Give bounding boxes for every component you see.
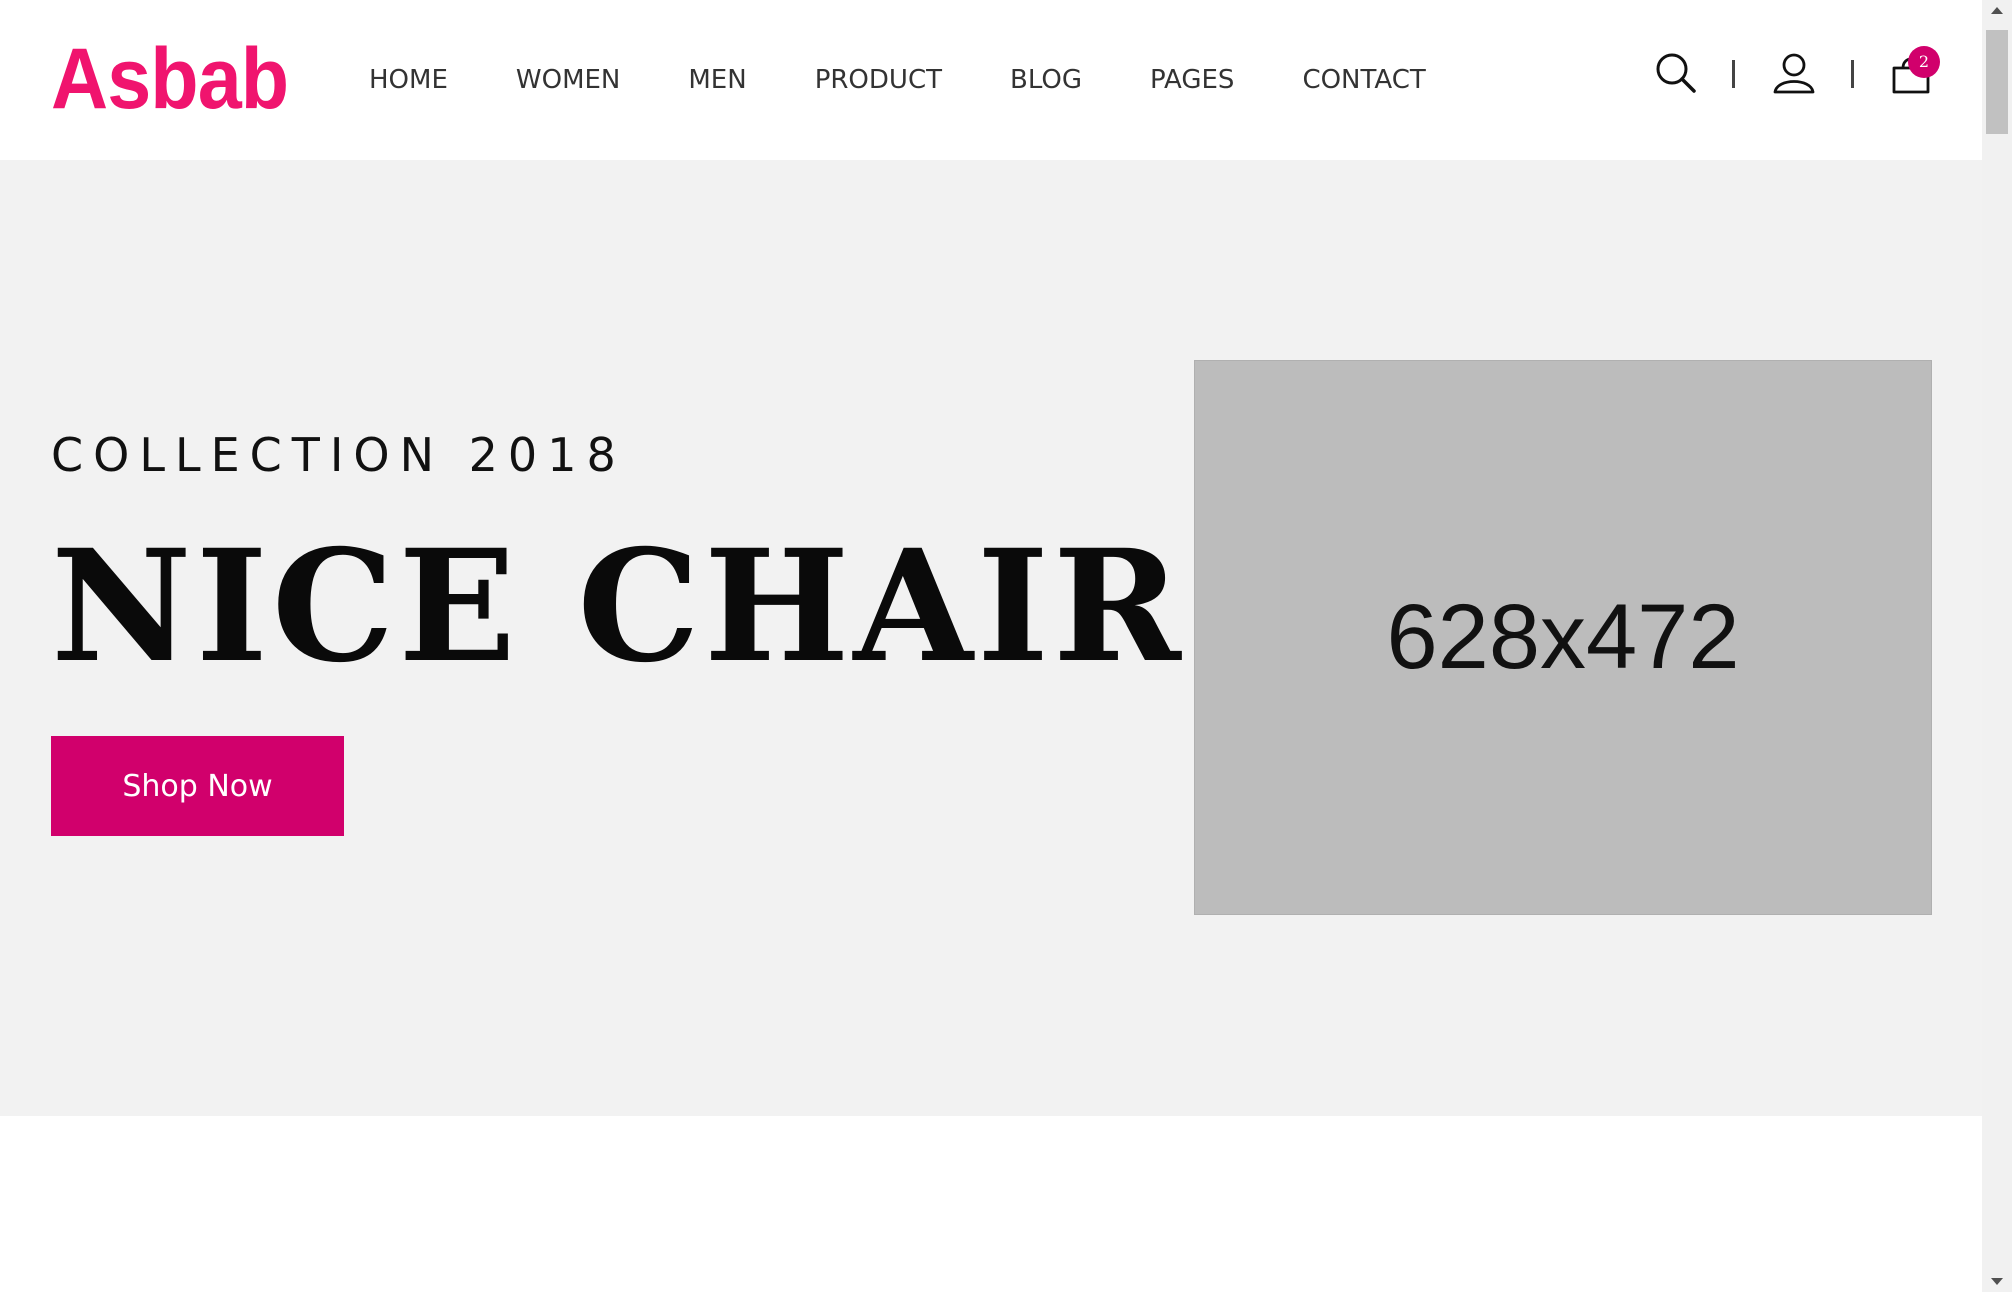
hero-banner: COLLECTION 2018 NICE CHAIR Shop Now 628x…: [0, 160, 1982, 1116]
nav-contact[interactable]: CONTACT: [1302, 60, 1425, 100]
user-icon[interactable]: [1772, 52, 1816, 94]
nav-product[interactable]: PRODUCT: [815, 60, 942, 100]
hero-image-placeholder: 628x472: [1194, 360, 1932, 915]
vertical-scrollbar[interactable]: [1982, 0, 2012, 1292]
page: Asbab HOME WOMEN MEN PRODUCT BLOG PAGES …: [0, 0, 1982, 1292]
header-divider: [1851, 60, 1854, 88]
search-icon[interactable]: [1655, 52, 1697, 94]
main-nav: HOME WOMEN MEN PRODUCT BLOG PAGES CONTAC…: [369, 60, 1426, 100]
hero-subtitle: COLLECTION 2018: [51, 428, 626, 482]
nav-women[interactable]: WOMEN: [516, 60, 620, 100]
scroll-down-arrow-icon[interactable]: [1982, 1270, 2012, 1292]
cart-count-badge: 2: [1908, 46, 1940, 78]
logo[interactable]: Asbab: [51, 36, 289, 122]
scrollbar-thumb[interactable]: [1986, 30, 2008, 134]
shop-now-button[interactable]: Shop Now: [51, 736, 344, 836]
site-header: Asbab HOME WOMEN MEN PRODUCT BLOG PAGES …: [0, 0, 1982, 160]
hero-title: NICE CHAIR: [51, 516, 1185, 697]
header-divider: [1732, 60, 1735, 88]
nav-home[interactable]: HOME: [369, 60, 448, 100]
nav-men[interactable]: MEN: [688, 60, 746, 100]
nav-blog[interactable]: BLOG: [1010, 60, 1082, 100]
scroll-up-arrow-icon[interactable]: [1982, 0, 2012, 22]
placeholder-size-label: 628x472: [1386, 586, 1740, 688]
nav-pages[interactable]: PAGES: [1150, 60, 1234, 100]
